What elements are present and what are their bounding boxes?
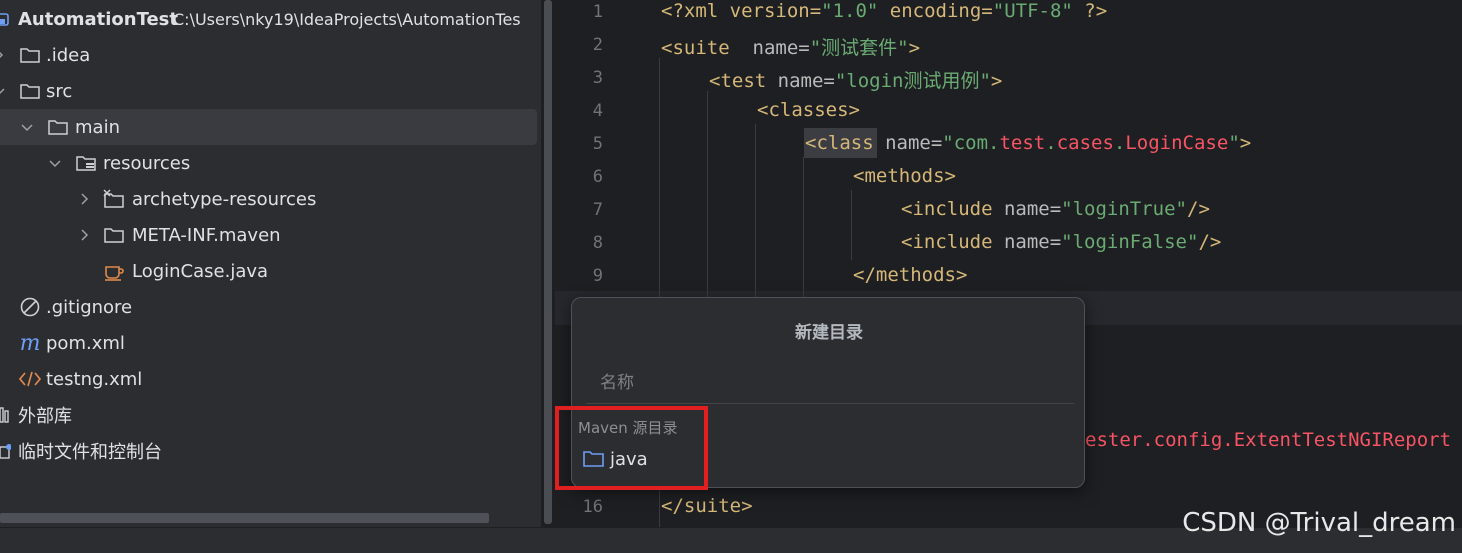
folder-icon: [102, 224, 126, 246]
xml-file-icon: [18, 368, 42, 390]
tree-item-external-libraries[interactable]: 外部库: [0, 397, 541, 433]
tree-item-logincase-java[interactable]: LoginCase.java: [0, 253, 541, 289]
tree-item-idea[interactable]: .idea: [0, 37, 541, 73]
code-line-5: <class name="com.test.cases.LoginCase">: [805, 132, 1252, 154]
library-icon: [0, 404, 16, 426]
code-line-7: <include name="loginTrue"/>: [901, 198, 1210, 220]
chevron-right-icon[interactable]: [76, 227, 92, 243]
chevron-down-icon[interactable]: [19, 119, 35, 135]
code-line-16: </suite>: [661, 495, 753, 517]
chevron-down-icon[interactable]: [0, 83, 8, 99]
tree-item-label: testng.xml: [46, 368, 143, 390]
code-line-6: <methods>: [853, 165, 956, 187]
code-line-partial: ester.config.ExtentTestNGIReport: [1085, 429, 1452, 451]
line-number: 2: [592, 35, 603, 55]
directory-name-input[interactable]: [586, 362, 1074, 404]
module-icon: [0, 8, 16, 30]
tree-item-resources[interactable]: resources: [0, 145, 541, 181]
folder-icon: [18, 44, 42, 66]
new-directory-popup: 新建目录 Maven 源目录 java: [571, 297, 1085, 488]
line-number: 9: [592, 266, 603, 286]
folder-icon: [18, 80, 42, 102]
java-file-icon: [102, 260, 126, 282]
line-number: 8: [592, 233, 603, 253]
resources-folder-icon: [74, 152, 98, 174]
suggestion-label: java: [610, 448, 648, 470]
excluded-folder-icon: [102, 188, 126, 210]
code-line-3: <test name="login测试用例">: [709, 70, 1003, 92]
indent-guide: [851, 190, 852, 260]
maven-source-dirs-group-label: Maven 源目录: [578, 419, 678, 437]
chevron-down-icon[interactable]: [47, 155, 63, 171]
tree-item-label: 临时文件和控制台: [18, 442, 162, 463]
tree-item-testng-xml[interactable]: testng.xml: [0, 361, 541, 397]
chevron-right-icon[interactable]: [76, 191, 92, 207]
indent-guide: [707, 91, 708, 331]
line-number: 7: [592, 200, 603, 220]
line-number: 6: [592, 167, 603, 187]
tree-item-src[interactable]: src: [0, 73, 541, 109]
root-project-name: AutomationTest: [18, 8, 178, 30]
tree-item-archetype-resources[interactable]: archetype-resources: [0, 181, 541, 217]
tree-item-gitignore[interactable]: .gitignore: [0, 289, 541, 325]
indent-guide: [803, 157, 804, 297]
line-number: 4: [592, 101, 603, 121]
tree-item-meta-inf-maven[interactable]: META-INF.maven: [0, 217, 541, 253]
line-number: 1: [592, 2, 603, 22]
tree-item-label: pom.xml: [46, 332, 125, 354]
tree-item-label: META-INF.maven: [132, 224, 281, 246]
code-line-8: <include name="loginFalse"/>: [901, 231, 1222, 253]
tree-item-label: LoginCase.java: [132, 260, 269, 282]
tree-item-pom-xml[interactable]: m pom.xml: [0, 325, 541, 361]
tree-vertical-scrollbar[interactable]: [544, 0, 552, 524]
tree-item-label: resources: [103, 152, 191, 174]
folder-icon: [46, 116, 70, 138]
popup-title: 新建目录: [795, 323, 863, 343]
tree-horizontal-scrollbar-thumb[interactable]: [0, 513, 489, 523]
line-number: 3: [592, 68, 603, 88]
code-line-4: <classes>: [757, 99, 860, 121]
indent-guide: [755, 124, 756, 324]
chevron-right-icon[interactable]: [0, 47, 8, 63]
tree-item-main[interactable]: main: [0, 109, 537, 145]
suggestion-java[interactable]: java: [582, 444, 722, 474]
tree-item-label: archetype-resources: [132, 188, 317, 210]
watermark: CSDN @Trival_dream: [1182, 508, 1456, 538]
source-folder-icon: [582, 449, 606, 469]
tree-item-scratches[interactable]: 临时文件和控制台: [0, 433, 541, 469]
root-project-path: C:\Users\nky19\IdeaProjects\AutomationTe…: [173, 9, 521, 29]
ignore-file-icon: [18, 296, 42, 318]
tree-root-row[interactable]: AutomationTest C:\Users\nky19\IdeaProjec…: [0, 1, 541, 37]
tree-item-label: .gitignore: [46, 296, 133, 318]
code-line-9: </methods>: [853, 264, 968, 286]
project-tool-window: AutomationTest C:\Users\nky19\IdeaProjec…: [0, 0, 541, 527]
line-number: 16: [582, 497, 603, 517]
line-number: 5: [592, 134, 603, 154]
code-line-2: <suite name="测试套件">: [661, 37, 921, 59]
tree-item-label: src: [46, 80, 73, 102]
maven-icon: m: [19, 330, 41, 356]
tree-item-label: .idea: [46, 44, 91, 66]
tree-item-label: 外部库: [18, 406, 72, 427]
scratches-icon: [0, 440, 16, 462]
code-line-1: <?xml version="1.0" encoding="UTF-8" ?>: [661, 0, 1108, 22]
tree-item-label: main: [75, 116, 120, 138]
